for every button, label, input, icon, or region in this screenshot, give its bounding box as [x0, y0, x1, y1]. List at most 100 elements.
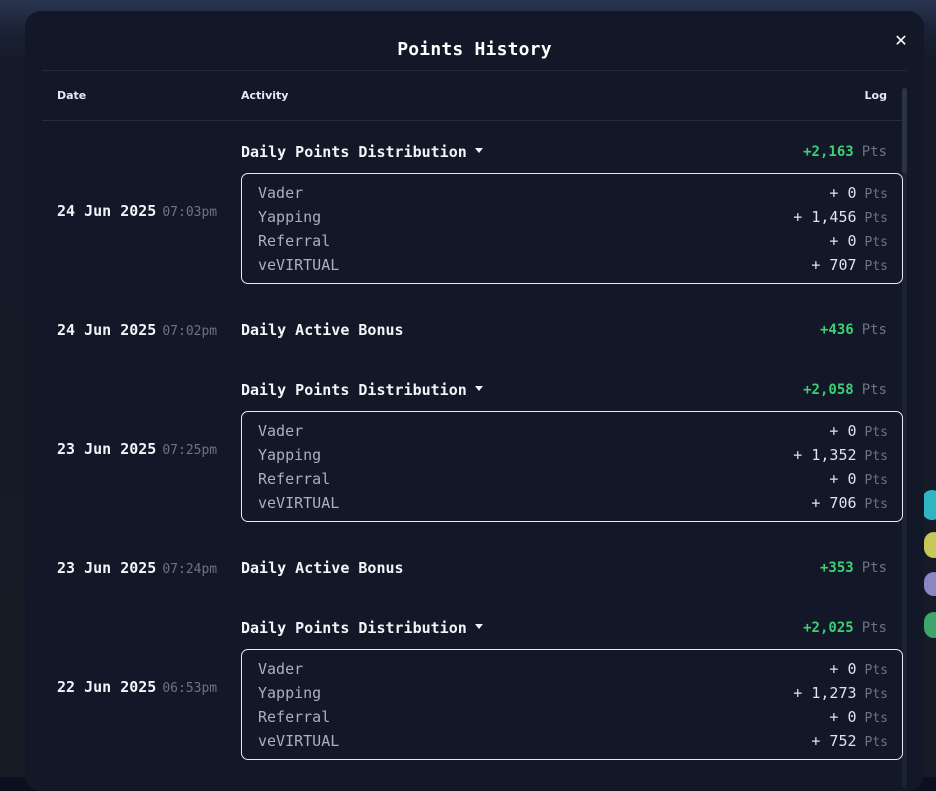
entry-total: +436 Pts [820, 322, 887, 338]
header-divider [42, 70, 907, 71]
pts-unit: Pts [861, 144, 887, 160]
entry-date: 24 Jun 2025 07:02pm [57, 321, 217, 339]
breakdown-row: Vader + 0 Pts [258, 183, 888, 203]
breakdown-value: + 0 Pts [829, 183, 888, 205]
breakdown-amount: + 0 [829, 422, 857, 440]
total-points: +2,163 [803, 144, 854, 160]
pts-unit: Pts [864, 449, 888, 464]
activity-title-dropdown[interactable]: Daily Points Distribution [241, 143, 483, 161]
pts-unit: Pts [864, 663, 888, 678]
entry-time: 06:53pm [162, 681, 218, 696]
breakdown-row: Vader + 0 Pts [258, 421, 888, 441]
breakdown-amount: + 707 [811, 256, 857, 274]
entry-total: +2,025 Pts [803, 620, 887, 636]
pts-unit: Pts [861, 322, 887, 338]
entry-date-text: 24 Jun 2025 [57, 202, 157, 220]
breakdown-value: + 1,456 Pts [793, 207, 888, 229]
breakdown-amount: + 0 [829, 184, 857, 202]
entry-date: 24 Jun 2025 07:03pm [57, 202, 217, 220]
activity-title-dropdown[interactable]: Daily Points Distribution [241, 381, 483, 399]
pts-unit: Pts [864, 687, 888, 702]
breakdown-label: Referral [258, 470, 331, 488]
entry-date-text: 23 Jun 2025 [57, 440, 157, 458]
entry-date: 22 Jun 2025 06:53pm [57, 678, 217, 696]
breakdown-row: Yapping + 1,273 Pts [258, 683, 888, 703]
breakdown-amount: + 752 [811, 732, 857, 750]
activity-title: Daily Active Bonus [241, 559, 404, 577]
activity-title-dropdown[interactable]: Daily Points Distribution [241, 619, 483, 637]
breakdown-value: + 0 Pts [829, 421, 888, 443]
caret-down-icon[interactable] [474, 386, 483, 391]
pts-unit: Pts [864, 735, 888, 750]
entry-date-text: 22 Jun 2025 [57, 678, 157, 696]
breakdown-row: Referral + 0 Pts [258, 231, 888, 251]
activity-label: Daily Points Distribution [241, 143, 467, 161]
breakdown-amount: + 0 [829, 470, 857, 488]
breakdown-row: Yapping + 1,456 Pts [258, 207, 888, 227]
breakdown-row: veVIRTUAL + 707 Pts [258, 255, 888, 275]
points-breakdown-box: Vader + 0 Pts Yapping + 1,273 Pts Referral… [241, 649, 903, 760]
breakdown-value: + 1,352 Pts [793, 445, 888, 467]
activity-label: Daily Active Bonus [241, 559, 404, 577]
pts-unit: Pts [864, 711, 888, 726]
total-points: +353 [819, 560, 854, 576]
breakdown-row: veVIRTUAL + 706 Pts [258, 493, 888, 513]
pts-unit: Pts [864, 211, 888, 226]
breakdown-label: veVIRTUAL [258, 256, 340, 274]
column-header-activity: Activity [241, 89, 289, 102]
activity-label: Daily Points Distribution [241, 619, 467, 637]
breakdown-amount: + 0 [829, 708, 857, 726]
total-points: +436 [819, 322, 854, 338]
breakdown-amount: + 0 [829, 660, 857, 678]
breakdown-row: Referral + 0 Pts [258, 707, 888, 727]
background-badge [924, 572, 936, 596]
breakdown-row: Referral + 0 Pts [258, 469, 888, 489]
column-header-log: Log [864, 89, 887, 102]
breakdown-label: veVIRTUAL [258, 494, 340, 512]
entry-time: 07:25pm [162, 443, 218, 458]
caret-down-icon[interactable] [474, 148, 483, 153]
breakdown-value: + 0 Pts [829, 469, 888, 491]
entry-date: 23 Jun 2025 07:24pm [57, 559, 217, 577]
entry-date-text: 23 Jun 2025 [57, 559, 157, 577]
breakdown-value: + 752 Pts [811, 731, 888, 753]
pts-unit: Pts [864, 235, 888, 250]
breakdown-label: Referral [258, 708, 331, 726]
breakdown-label: Vader [258, 422, 304, 440]
pts-unit: Pts [861, 620, 887, 636]
pts-unit: Pts [864, 187, 888, 202]
entry-date: 23 Jun 2025 07:25pm [57, 440, 217, 458]
breakdown-value: + 0 Pts [829, 231, 888, 253]
points-breakdown-box: Vader + 0 Pts Yapping + 1,352 Pts Referral… [241, 411, 903, 522]
entry-date-text: 24 Jun 2025 [57, 321, 157, 339]
entry-time: 07:24pm [162, 562, 218, 577]
activity-label: Daily Points Distribution [241, 381, 467, 399]
breakdown-label: Yapping [258, 446, 322, 464]
background-badge [922, 490, 936, 520]
breakdown-value: + 706 Pts [811, 493, 888, 515]
breakdown-row: Yapping + 1,352 Pts [258, 445, 888, 465]
pts-unit: Pts [864, 473, 888, 488]
pts-unit: Pts [861, 382, 887, 398]
background-badge [924, 532, 936, 558]
entry-time: 07:02pm [162, 324, 218, 339]
breakdown-value: + 0 Pts [829, 659, 888, 681]
entry-total: +2,058 Pts [803, 382, 887, 398]
breakdown-label: Vader [258, 660, 304, 678]
close-icon[interactable]: ✕ [891, 31, 911, 51]
breakdown-label: veVIRTUAL [258, 732, 340, 750]
entry-time: 07:03pm [162, 205, 218, 220]
breakdown-value: + 0 Pts [829, 707, 888, 729]
pts-unit: Pts [861, 560, 887, 576]
pts-unit: Pts [864, 259, 888, 274]
table-header-divider [42, 120, 907, 121]
entry-total: +353 Pts [820, 560, 887, 576]
column-header-date: Date [57, 89, 87, 102]
breakdown-amount: + 0 [829, 232, 857, 250]
activity-label: Daily Active Bonus [241, 321, 404, 339]
breakdown-value: + 707 Pts [811, 255, 888, 277]
breakdown-row: veVIRTUAL + 752 Pts [258, 731, 888, 751]
caret-down-icon[interactable] [474, 624, 483, 629]
scrollbar-thumb[interactable] [902, 88, 907, 173]
breakdown-row: Vader + 0 Pts [258, 659, 888, 679]
